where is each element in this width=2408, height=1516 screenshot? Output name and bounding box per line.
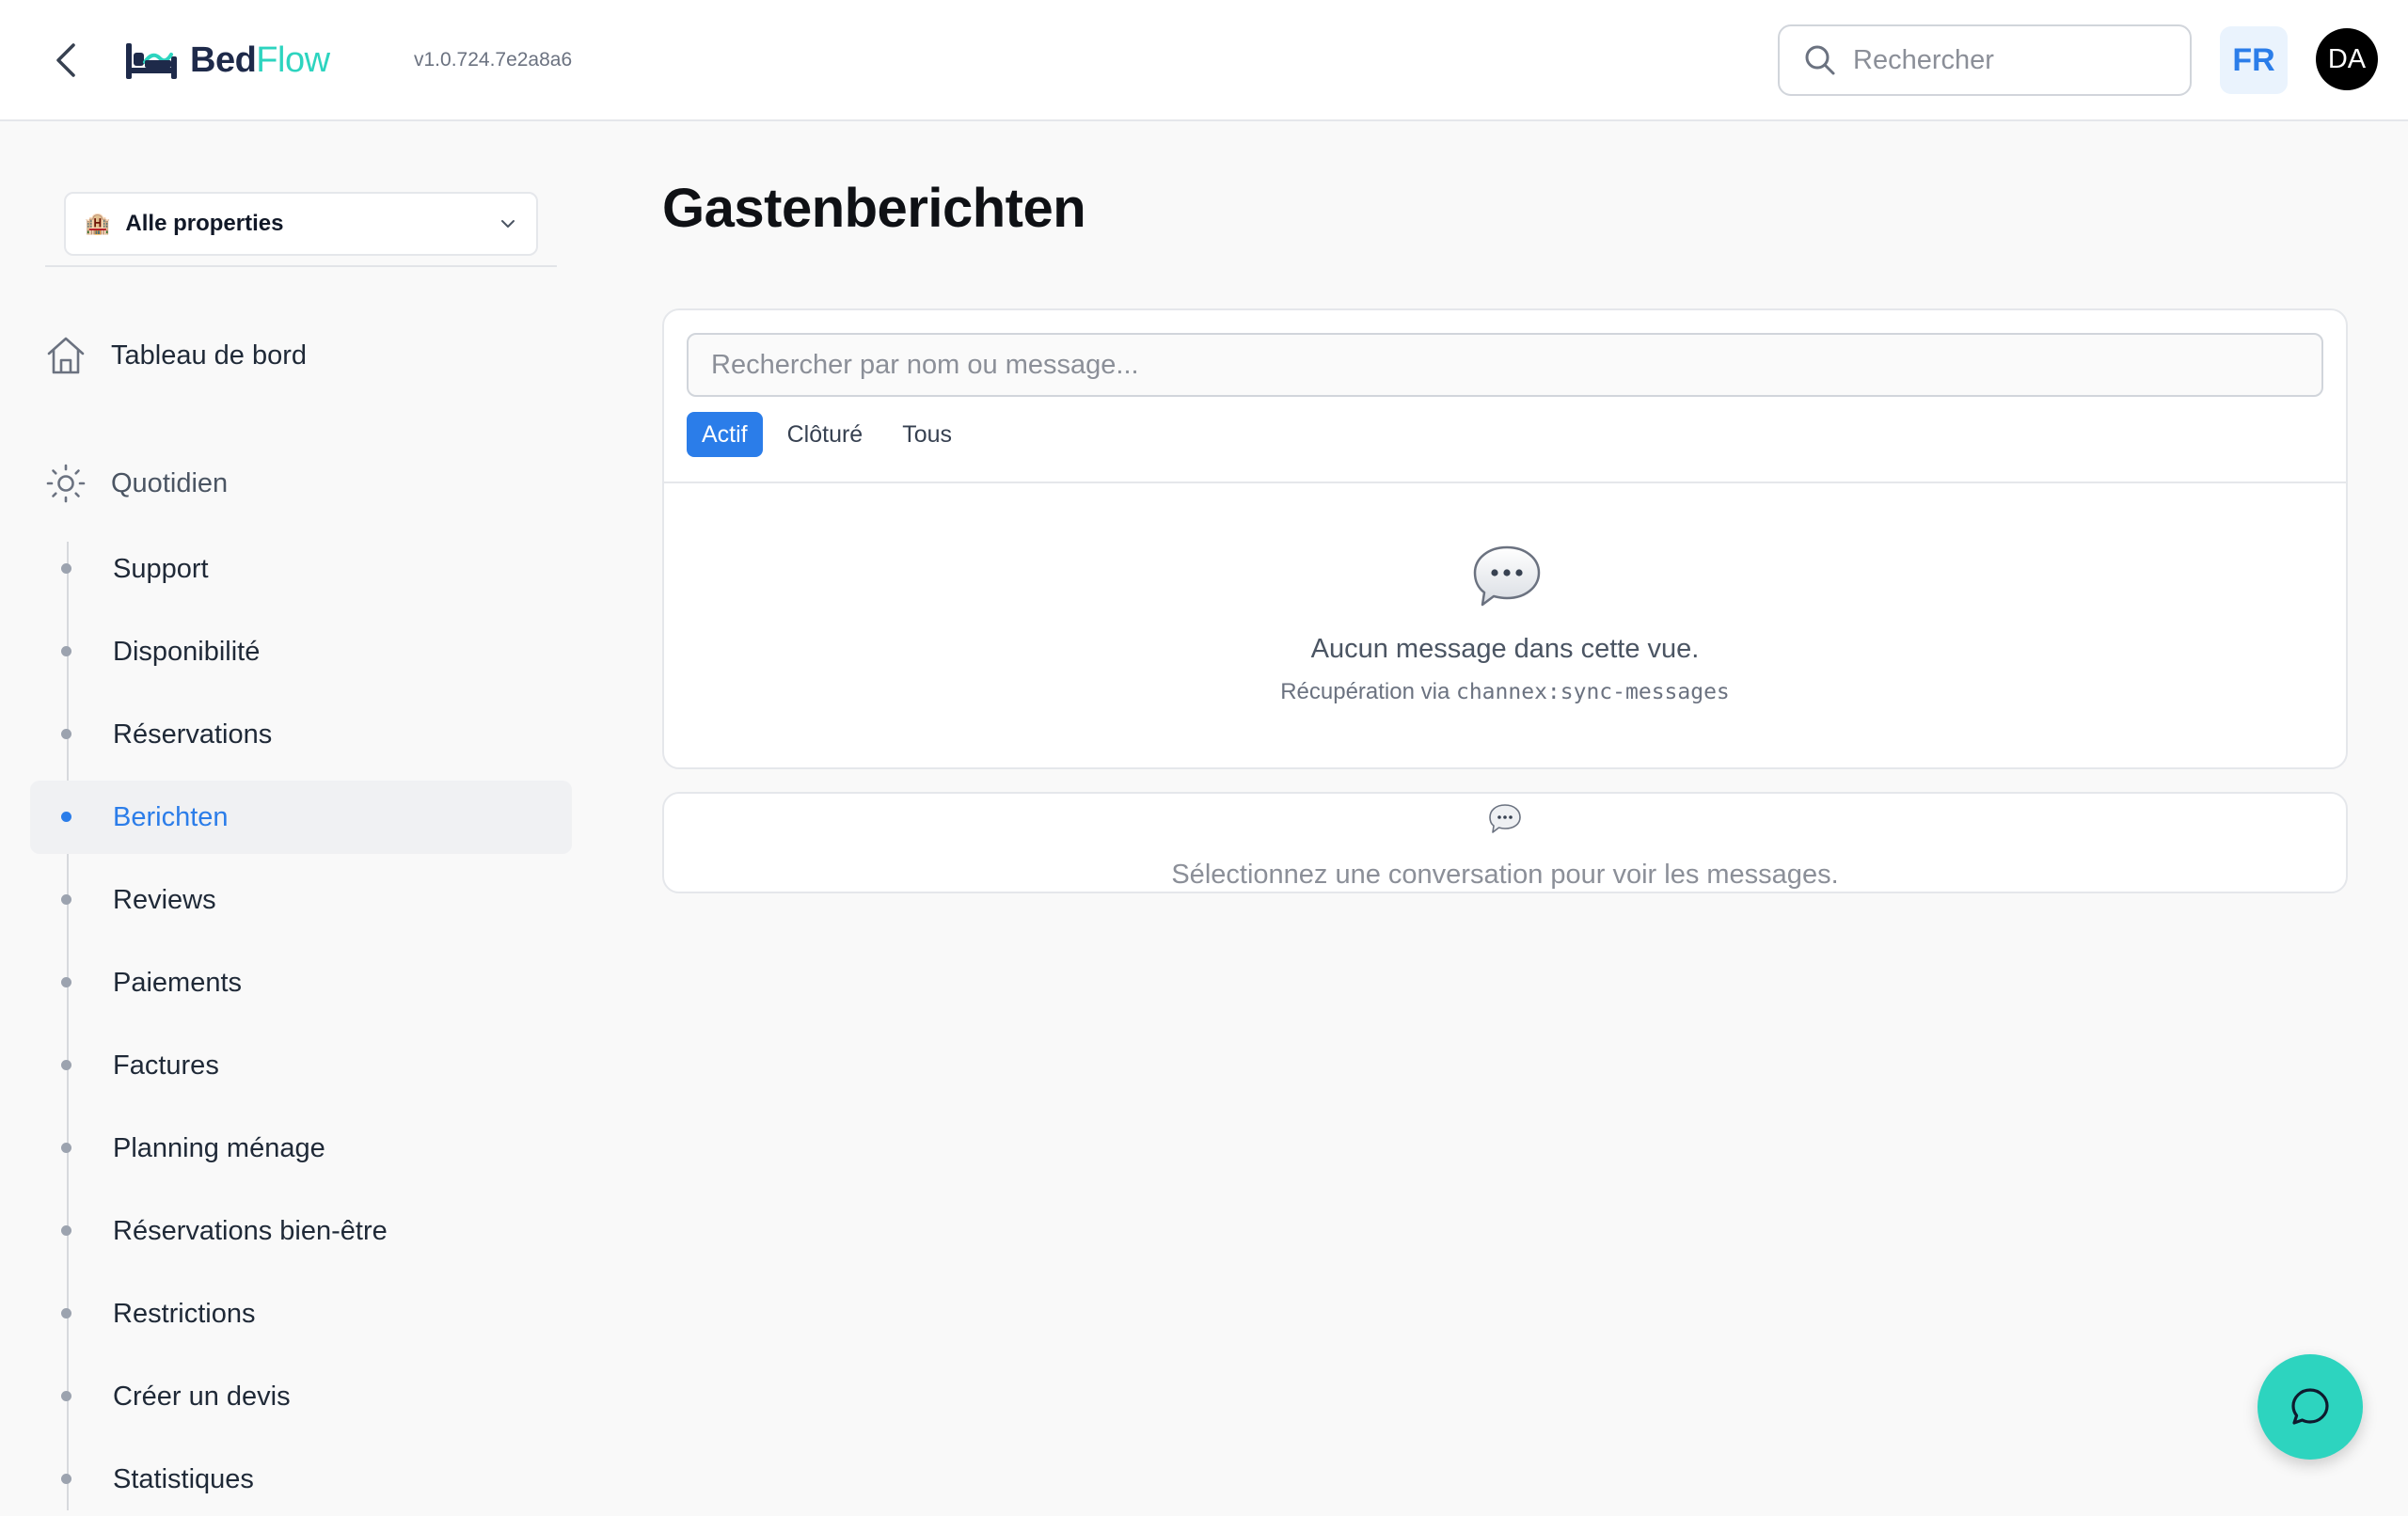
bedflow-logo[interactable]: BedFlow (124, 34, 330, 87)
speech-bubble-icon (1473, 545, 1541, 607)
conversation-detail-panel: Sélectionnez une conversation pour voir … (662, 792, 2348, 893)
sidebar-item-label: Planning ménage (113, 1132, 325, 1163)
bullet-dot (61, 646, 71, 656)
sidebar-item-reviews[interactable]: Reviews (30, 863, 572, 937)
bullet-dot (61, 977, 71, 987)
bullet-dot (61, 1143, 71, 1153)
sidebar-item-label: Restrictions (113, 1298, 256, 1329)
sidebar-item-planning-menage[interactable]: Planning ménage (30, 1112, 572, 1185)
bullet-dot (61, 1225, 71, 1236)
speech-bubble-icon (1489, 804, 1521, 833)
property-select-label: Alle properties (125, 211, 284, 236)
page-title: Gastenberichten (662, 178, 1086, 239)
global-search-input[interactable] (1853, 44, 2154, 76)
sidebar-item-label: Berichten (113, 801, 229, 832)
top-header: BedFlow v1.0.724.7e2a8a6 FR DA (0, 0, 2408, 121)
bed-icon (126, 43, 177, 79)
sidebar-section-label: Quotidien (111, 467, 229, 498)
sidebar-divider (45, 265, 557, 267)
empty-state-subtitle: Récupération via channex:sync-messages (664, 679, 2346, 705)
sidebar-section-quotidien[interactable]: Quotidien (45, 463, 228, 504)
sidebar-item-label: Support (113, 553, 209, 584)
bullet-dot (61, 894, 71, 905)
sidebar-item-label: Réservations bien-être (113, 1215, 388, 1246)
sidebar: 🏨 Alle properties Tableau de bord Quotid… (0, 122, 583, 1510)
sidebar-item-support[interactable]: Support (30, 532, 572, 606)
sidebar-item-label: Factures (113, 1050, 219, 1081)
chat-icon (2291, 1388, 2329, 1425)
sidebar-item-label: Créer un devis (113, 1381, 291, 1412)
logo-text-flow: Flow (256, 39, 330, 80)
tab-tous[interactable]: Tous (887, 412, 967, 457)
user-avatar[interactable]: DA (2316, 28, 2378, 90)
sidebar-item-label: Réservations (113, 719, 273, 750)
sidebar-item-creer-devis[interactable]: Créer un devis (30, 1360, 572, 1433)
logo-text: BedFlow (190, 40, 330, 81)
bullet-dot (61, 1391, 71, 1401)
language-switcher[interactable]: FR (2220, 26, 2288, 94)
sidebar-item-factures[interactable]: Factures (30, 1029, 572, 1102)
sidebar-item-statistiques[interactable]: Statistiques (30, 1443, 572, 1516)
bullet-dot (61, 729, 71, 739)
bullet-dot (61, 812, 71, 822)
sidebar-item-restrictions[interactable]: Restrictions (30, 1277, 572, 1350)
tab-actif[interactable]: Actif (687, 412, 763, 457)
sun-icon (46, 464, 86, 503)
sidebar-item-reservations[interactable]: Réservations (30, 698, 572, 771)
sidebar-item-berichten[interactable]: Berichten (30, 781, 572, 854)
bullet-dot (61, 1308, 71, 1319)
sidebar-item-label: Statistiques (113, 1463, 254, 1494)
search-icon (1805, 45, 1835, 75)
global-search[interactable] (1778, 24, 2192, 96)
panel-divider (664, 482, 2346, 483)
message-search-input[interactable] (687, 333, 2323, 397)
chevron-down-icon (501, 220, 515, 228)
empty-state-prefix: Récupération via (1280, 679, 1456, 704)
sidebar-item-label: Disponibilité (113, 636, 261, 667)
status-filter-tabs: Actif Clôturé Tous (687, 412, 967, 457)
bullet-dot (61, 1474, 71, 1484)
sidebar-item-paiements[interactable]: Paiements (30, 946, 572, 1019)
sidebar-item-dashboard[interactable]: Tableau de bord (45, 335, 307, 376)
property-select[interactable]: 🏨 Alle properties (64, 192, 538, 256)
sidebar-item-label: Reviews (113, 884, 216, 915)
chevron-left-icon (56, 43, 75, 77)
back-button[interactable] (41, 34, 90, 87)
chat-support-button[interactable] (2258, 1354, 2363, 1460)
sidebar-item-reservations-bien-etre[interactable]: Réservations bien-être (30, 1194, 572, 1268)
conversation-list-panel: Actif Clôturé Tous Aucun message dans ce… (662, 308, 2348, 769)
select-conversation-prompt: Sélectionnez une conversation pour voir … (1171, 860, 1839, 890)
sync-command-code: channex:sync-messages (1455, 680, 1730, 704)
app-version: v1.0.724.7e2a8a6 (414, 49, 573, 71)
empty-state-title: Aucun message dans cette vue. (1310, 634, 1700, 664)
home-icon (47, 337, 85, 374)
logo-text-bed: Bed (190, 39, 257, 80)
tab-cloture[interactable]: Clôturé (772, 412, 879, 457)
sidebar-item-label: Paiements (113, 967, 243, 998)
hotel-icon: 🏨 (85, 212, 111, 235)
sidebar-item-dashboard-label: Tableau de bord (111, 340, 307, 371)
sidebar-item-disponibilite[interactable]: Disponibilité (30, 615, 572, 688)
bullet-dot (61, 1060, 71, 1070)
bullet-dot (61, 563, 71, 574)
